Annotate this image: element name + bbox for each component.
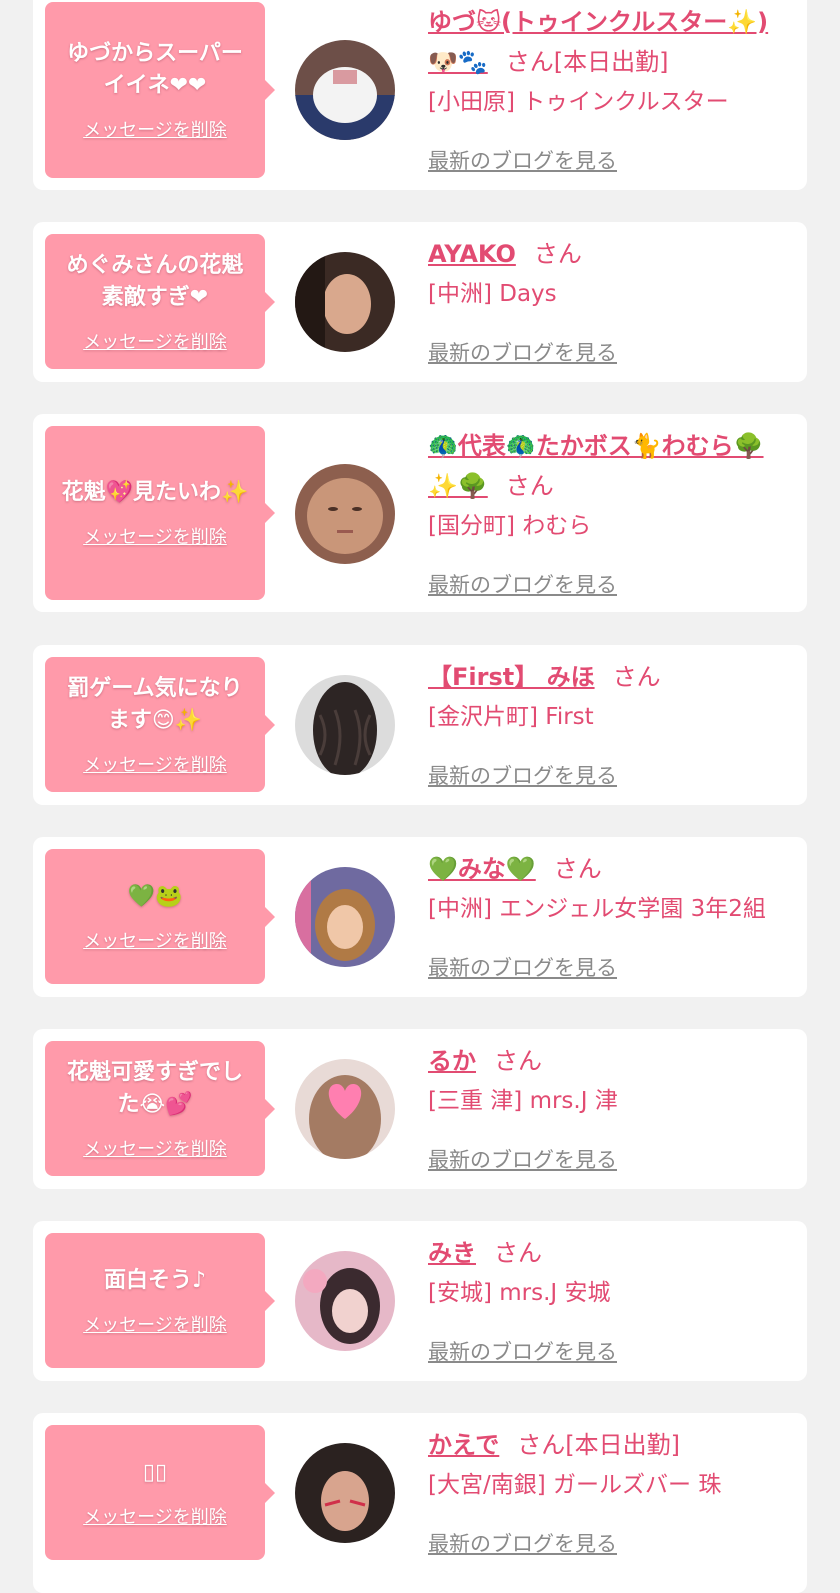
honorific: さん[本日出勤] bbox=[517, 1431, 681, 1459]
latest-blog-link[interactable]: 最新のブログを見る bbox=[428, 1144, 617, 1174]
favorite-card: 花魁💖見たいわ✨ メッセージを削除 🦚代表🦚たかボス🐈わむら🌳 ✨🌳 さん [国分… bbox=[33, 414, 807, 612]
delete-message-link[interactable]: メッセージを削除 bbox=[83, 523, 227, 549]
cast-name-link[interactable]: かえで bbox=[428, 1431, 499, 1459]
shop-label: [小田原] トゥインクルスター bbox=[428, 89, 729, 115]
latest-blog-link[interactable]: 最新のブログを見る bbox=[428, 337, 617, 367]
favorite-card: ▯▯ メッセージを削除 かえで さん[本日出勤] [大宮/南銀] ガールズバー 珠… bbox=[33, 1413, 807, 1593]
cast-name-link[interactable]: るか bbox=[428, 1047, 476, 1075]
avatar[interactable] bbox=[295, 1059, 395, 1159]
favorite-card: 面白そう♪ メッセージを削除 みき さん [安城] mrs.J 安城 最新のブログ… bbox=[33, 1221, 807, 1381]
shop-label: [国分町] わむら bbox=[428, 513, 592, 539]
shop-label: [中洲] Days bbox=[428, 281, 557, 307]
avatar[interactable] bbox=[295, 252, 395, 352]
message-bubble: 💚🐸 メッセージを削除 bbox=[45, 849, 275, 984]
delete-message-link[interactable]: メッセージを削除 bbox=[83, 116, 227, 142]
shop-label: [金沢片町] First bbox=[428, 704, 594, 730]
name-line: 💚みな💚 さん bbox=[428, 849, 796, 889]
latest-blog-link[interactable]: 最新のブログを見る bbox=[428, 760, 617, 790]
latest-blog-link[interactable]: 最新のブログを見る bbox=[428, 569, 617, 599]
delete-message-link[interactable]: メッセージを削除 bbox=[83, 328, 227, 354]
cast-name-link[interactable]: 🦚代表🦚たかボス🐈わむら🌳 bbox=[428, 432, 764, 460]
name-line: みき さん bbox=[428, 1233, 796, 1273]
shop-label: [大宮/南銀] ガールズバー 珠 bbox=[428, 1472, 722, 1498]
profile-info: みき さん [安城] mrs.J 安城 bbox=[428, 1233, 796, 1313]
message-text: ゆづからスーパー イイネ❤❤ bbox=[67, 41, 243, 98]
message-bubble: 花魁可愛すぎでし た😭💕 メッセージを削除 bbox=[45, 1041, 275, 1176]
honorific: さん bbox=[494, 1239, 542, 1267]
favorite-card: 💚🐸 メッセージを削除 💚みな💚 さん [中洲] エンジェル女学園 3年2組 最新… bbox=[33, 837, 807, 997]
message-bubble: 面白そう♪ メッセージを削除 bbox=[45, 1233, 275, 1368]
delete-message-link[interactable]: メッセージを削除 bbox=[83, 751, 227, 777]
message-text: 面白そう♪ bbox=[103, 1267, 207, 1293]
message-text: めぐみさんの花魁 素敵すぎ❤ bbox=[66, 252, 244, 310]
avatar[interactable] bbox=[295, 867, 395, 967]
cast-name-link[interactable]: みき bbox=[428, 1239, 476, 1267]
favorite-card: 花魁可愛すぎでし た😭💕 メッセージを削除 るか さん [三重 津] mrs.J … bbox=[33, 1029, 807, 1189]
avatar[interactable] bbox=[295, 675, 395, 775]
shop-label: [安城] mrs.J 安城 bbox=[428, 1280, 611, 1306]
shop-label: [中洲] エンジェル女学園 3年2組 bbox=[428, 896, 766, 922]
latest-blog-link[interactable]: 最新のブログを見る bbox=[428, 1336, 617, 1366]
delete-message-link[interactable]: メッセージを削除 bbox=[83, 927, 227, 953]
favorite-card: めぐみさんの花魁 素敵すぎ❤ メッセージを削除 AYAKO さん [中洲] Day… bbox=[33, 222, 807, 382]
avatar[interactable] bbox=[295, 40, 395, 140]
message-text: 花魁💖見たいわ✨ bbox=[61, 480, 249, 505]
message-text: 花魁可愛すぎでし た😭💕 bbox=[66, 1059, 243, 1117]
honorific: さん bbox=[533, 240, 582, 268]
delete-message-link[interactable]: メッセージを削除 bbox=[83, 1135, 227, 1161]
cast-name-link[interactable]: ゆづ🐱(トゥインクルスター✨) bbox=[428, 8, 768, 36]
profile-info: 【First】 みほ さん [金沢片町] First bbox=[428, 657, 796, 737]
latest-blog-link[interactable]: 最新のブログを見る bbox=[428, 1528, 617, 1558]
avatar[interactable] bbox=[295, 1443, 395, 1543]
profile-info: ゆづ🐱(トゥインクルスター✨) 🐶🐾 さん[本日出勤] [小田原] トゥインクルス… bbox=[428, 2, 796, 122]
message-text: 罰ゲーム気になり ます😊✨ bbox=[67, 675, 243, 733]
name-line: 🐶🐾 さん[本日出勤] bbox=[428, 42, 796, 82]
delete-message-link[interactable]: メッセージを削除 bbox=[83, 1503, 227, 1529]
favorite-card: ゆづからスーパー イイネ❤❤ メッセージを削除 ゆづ🐱(トゥインクルスター✨) … bbox=[33, 0, 807, 190]
name-line: 【First】 みほ さん bbox=[428, 657, 796, 697]
honorific: さん bbox=[494, 1047, 542, 1075]
shop-label: [三重 津] mrs.J 津 bbox=[428, 1088, 618, 1114]
cast-name-link-continued[interactable]: ✨🌳 bbox=[428, 472, 488, 500]
favorite-card: 罰ゲーム気になり ます😊✨ メッセージを削除 【First】 みほ さん [金沢片… bbox=[33, 645, 807, 805]
message-text: ▯▯ bbox=[142, 1459, 168, 1485]
name-line: 🦚代表🦚たかボス🐈わむら🌳 bbox=[428, 426, 796, 466]
profile-info: 🦚代表🦚たかボス🐈わむら🌳 ✨🌳 さん [国分町] わむら bbox=[428, 426, 796, 546]
message-bubble: 罰ゲーム気になり ます😊✨ メッセージを削除 bbox=[45, 657, 275, 792]
message-bubble: ゆづからスーパー イイネ❤❤ メッセージを削除 bbox=[45, 2, 275, 178]
message-bubble: めぐみさんの花魁 素敵すぎ❤ メッセージを削除 bbox=[45, 234, 275, 369]
avatar[interactable] bbox=[295, 464, 395, 564]
honorific: さん bbox=[612, 663, 661, 691]
latest-blog-link[interactable]: 最新のブログを見る bbox=[428, 145, 617, 175]
avatar[interactable] bbox=[295, 1251, 395, 1351]
delete-message-link[interactable]: メッセージを削除 bbox=[83, 1311, 227, 1337]
profile-info: AYAKO さん [中洲] Days bbox=[428, 234, 796, 314]
profile-info: 💚みな💚 さん [中洲] エンジェル女学園 3年2組 bbox=[428, 849, 796, 929]
cast-name-link-continued[interactable]: 🐶🐾 bbox=[428, 48, 488, 76]
latest-blog-link[interactable]: 最新のブログを見る bbox=[428, 952, 617, 982]
cast-name-link[interactable]: 💚みな💚 bbox=[428, 855, 536, 883]
name-line: かえで さん[本日出勤] bbox=[428, 1425, 796, 1465]
honorific: さん[本日出勤] bbox=[505, 48, 669, 76]
name-line: AYAKO さん bbox=[428, 234, 796, 274]
profile-info: るか さん [三重 津] mrs.J 津 bbox=[428, 1041, 796, 1121]
profile-info: かえで さん[本日出勤] [大宮/南銀] ガールズバー 珠 bbox=[428, 1425, 796, 1505]
name-line: ✨🌳 さん bbox=[428, 466, 796, 506]
name-line: ゆづ🐱(トゥインクルスター✨) bbox=[428, 2, 796, 42]
cast-name-link[interactable]: AYAKO bbox=[428, 240, 516, 268]
cast-name-link[interactable]: 【First】 みほ bbox=[428, 663, 595, 691]
message-bubble: ▯▯ メッセージを削除 bbox=[45, 1425, 275, 1560]
message-bubble: 花魁💖見たいわ✨ メッセージを削除 bbox=[45, 426, 275, 600]
message-text: 💚🐸 bbox=[127, 883, 183, 909]
honorific: さん bbox=[505, 472, 554, 500]
honorific: さん bbox=[553, 855, 602, 883]
name-line: るか さん bbox=[428, 1041, 796, 1081]
